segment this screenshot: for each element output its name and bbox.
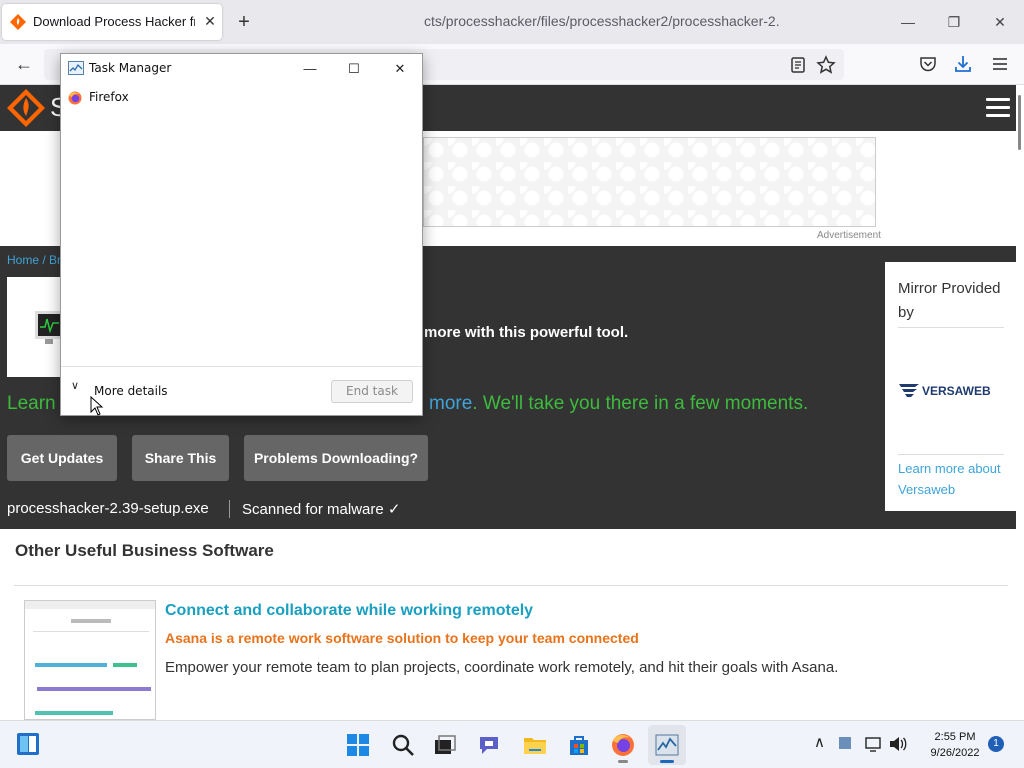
file-explorer-icon[interactable]	[523, 733, 547, 757]
tray-app-icon[interactable]	[838, 736, 852, 750]
teams-chat-icon[interactable]	[478, 733, 502, 757]
asana-subtitle: Asana is a remote work software solution…	[165, 630, 639, 646]
sourceforge-logo-icon[interactable]	[6, 88, 46, 128]
bookmark-star-icon[interactable]	[815, 54, 837, 76]
section-title: Other Useful Business Software	[15, 541, 274, 560]
firefox-icon	[68, 91, 82, 105]
asana-title-link[interactable]: Connect and collaborate while working re…	[165, 602, 533, 620]
divider	[898, 454, 1004, 455]
process-name: Firefox	[89, 90, 129, 104]
back-button[interactable]: ←	[12, 52, 36, 76]
divider	[229, 500, 230, 518]
monitor-icon	[35, 311, 61, 344]
breadcrumb[interactable]: Home / Br	[7, 253, 61, 267]
learn-more-text: more. We'll take you there in a few mome…	[429, 393, 808, 415]
browser-tab-active[interactable]: Download Process Hacker from ✕	[2, 4, 222, 40]
task-manager-window: Task Manager — ☐ ✕ Firefox ∨ More detail…	[60, 53, 423, 416]
asana-description: Empower your remote team to plan project…	[165, 659, 839, 676]
download-filename: processhacker-2.39-setup.exe	[7, 500, 209, 517]
scrollbar-thumb[interactable]	[1018, 95, 1021, 150]
pocket-icon[interactable]	[917, 53, 939, 75]
learn-more-link[interactable]: more	[429, 393, 472, 414]
browser-minimize-button[interactable]: —	[898, 12, 918, 32]
site-menu-icon[interactable]	[986, 98, 1010, 118]
app-thumbnail	[7, 277, 61, 377]
mirror-title: Mirror Provided by	[898, 280, 1001, 321]
widgets-icon[interactable]	[16, 732, 40, 756]
page-scrollbar[interactable]	[1016, 85, 1024, 720]
advertisement-label: Advertisement	[817, 230, 881, 241]
versaweb-link[interactable]: Learn more about Versaweb	[898, 458, 1013, 500]
mirror-box: Mirror Provided by VERSAWEB Learn more a…	[885, 262, 1017, 511]
new-tab-button[interactable]: +	[232, 10, 256, 34]
start-icon[interactable]	[346, 733, 370, 757]
tm-maximize-button[interactable]: ☐	[339, 58, 369, 80]
divider	[898, 327, 1004, 328]
get-updates-button[interactable]: Get Updates	[7, 435, 117, 481]
share-this-button[interactable]: Share This	[132, 435, 229, 481]
more-details-toggle[interactable]: More details	[94, 384, 168, 398]
tab-title: Download Process Hacker from	[33, 14, 195, 29]
system-clock[interactable]: 2:55 PM 9/26/2022	[918, 729, 992, 761]
clock-time: 2:55 PM	[934, 731, 976, 743]
advertisement-banner[interactable]	[423, 137, 876, 227]
task-manager-icon	[68, 61, 84, 75]
versaweb-brand-text: VERSAWEB	[922, 384, 991, 398]
process-row-firefox[interactable]: Firefox	[61, 87, 422, 109]
search-icon[interactable]	[391, 733, 415, 757]
mouse-pointer-icon	[90, 396, 104, 416]
versaweb-logo[interactable]: VERSAWEB	[897, 380, 1007, 400]
task-manager-title: Task Manager	[89, 61, 172, 75]
firefox-running-indicator	[618, 760, 628, 763]
browser-close-button[interactable]: ✕	[990, 12, 1010, 32]
sourceforge-favicon-icon	[10, 14, 26, 30]
tm-close-button[interactable]: ✕	[385, 58, 415, 80]
task-manager-footer: ∨ More details End task	[61, 367, 422, 415]
taskbar-active-highlight	[648, 725, 686, 765]
asana-thumbnail[interactable]	[24, 600, 156, 720]
versaweb-logo-icon: VERSAWEB	[899, 384, 991, 398]
reader-view-icon[interactable]	[787, 54, 809, 76]
microsoft-store-icon[interactable]	[567, 733, 591, 757]
tm-minimize-button[interactable]: —	[295, 58, 325, 80]
problems-downloading-button[interactable]: Problems Downloading?	[244, 435, 428, 481]
notification-badge[interactable]: 1	[988, 736, 1004, 752]
asana-screenshot-icon	[25, 601, 155, 715]
learn-text-start: Learn	[7, 393, 56, 414]
show-hidden-icons-button[interactable]: ∧	[814, 733, 825, 751]
malware-scan-status: Scanned for malware ✓	[242, 501, 401, 518]
volume-icon[interactable]	[888, 735, 908, 753]
network-icon[interactable]	[864, 735, 882, 753]
url-text[interactable]: cts/processhacker/files/processhacker2/p…	[424, 13, 780, 29]
clock-date: 9/26/2022	[930, 747, 980, 759]
app-description: more with this powerful tool.	[424, 324, 629, 341]
divider	[14, 585, 1008, 586]
chevron-down-icon[interactable]: ∨	[71, 379, 79, 392]
tab-close-icon[interactable]: ✕	[201, 12, 219, 30]
firefox-taskbar-icon[interactable]	[611, 733, 635, 757]
app-menu-icon[interactable]	[989, 53, 1011, 75]
task-view-icon[interactable]	[433, 733, 457, 757]
redirect-notice: . We'll take you there in a few moments.	[472, 393, 809, 414]
browser-restore-button[interactable]: ❐	[944, 12, 964, 32]
end-task-button[interactable]: End task	[331, 380, 413, 403]
downloads-icon[interactable]	[952, 53, 974, 75]
